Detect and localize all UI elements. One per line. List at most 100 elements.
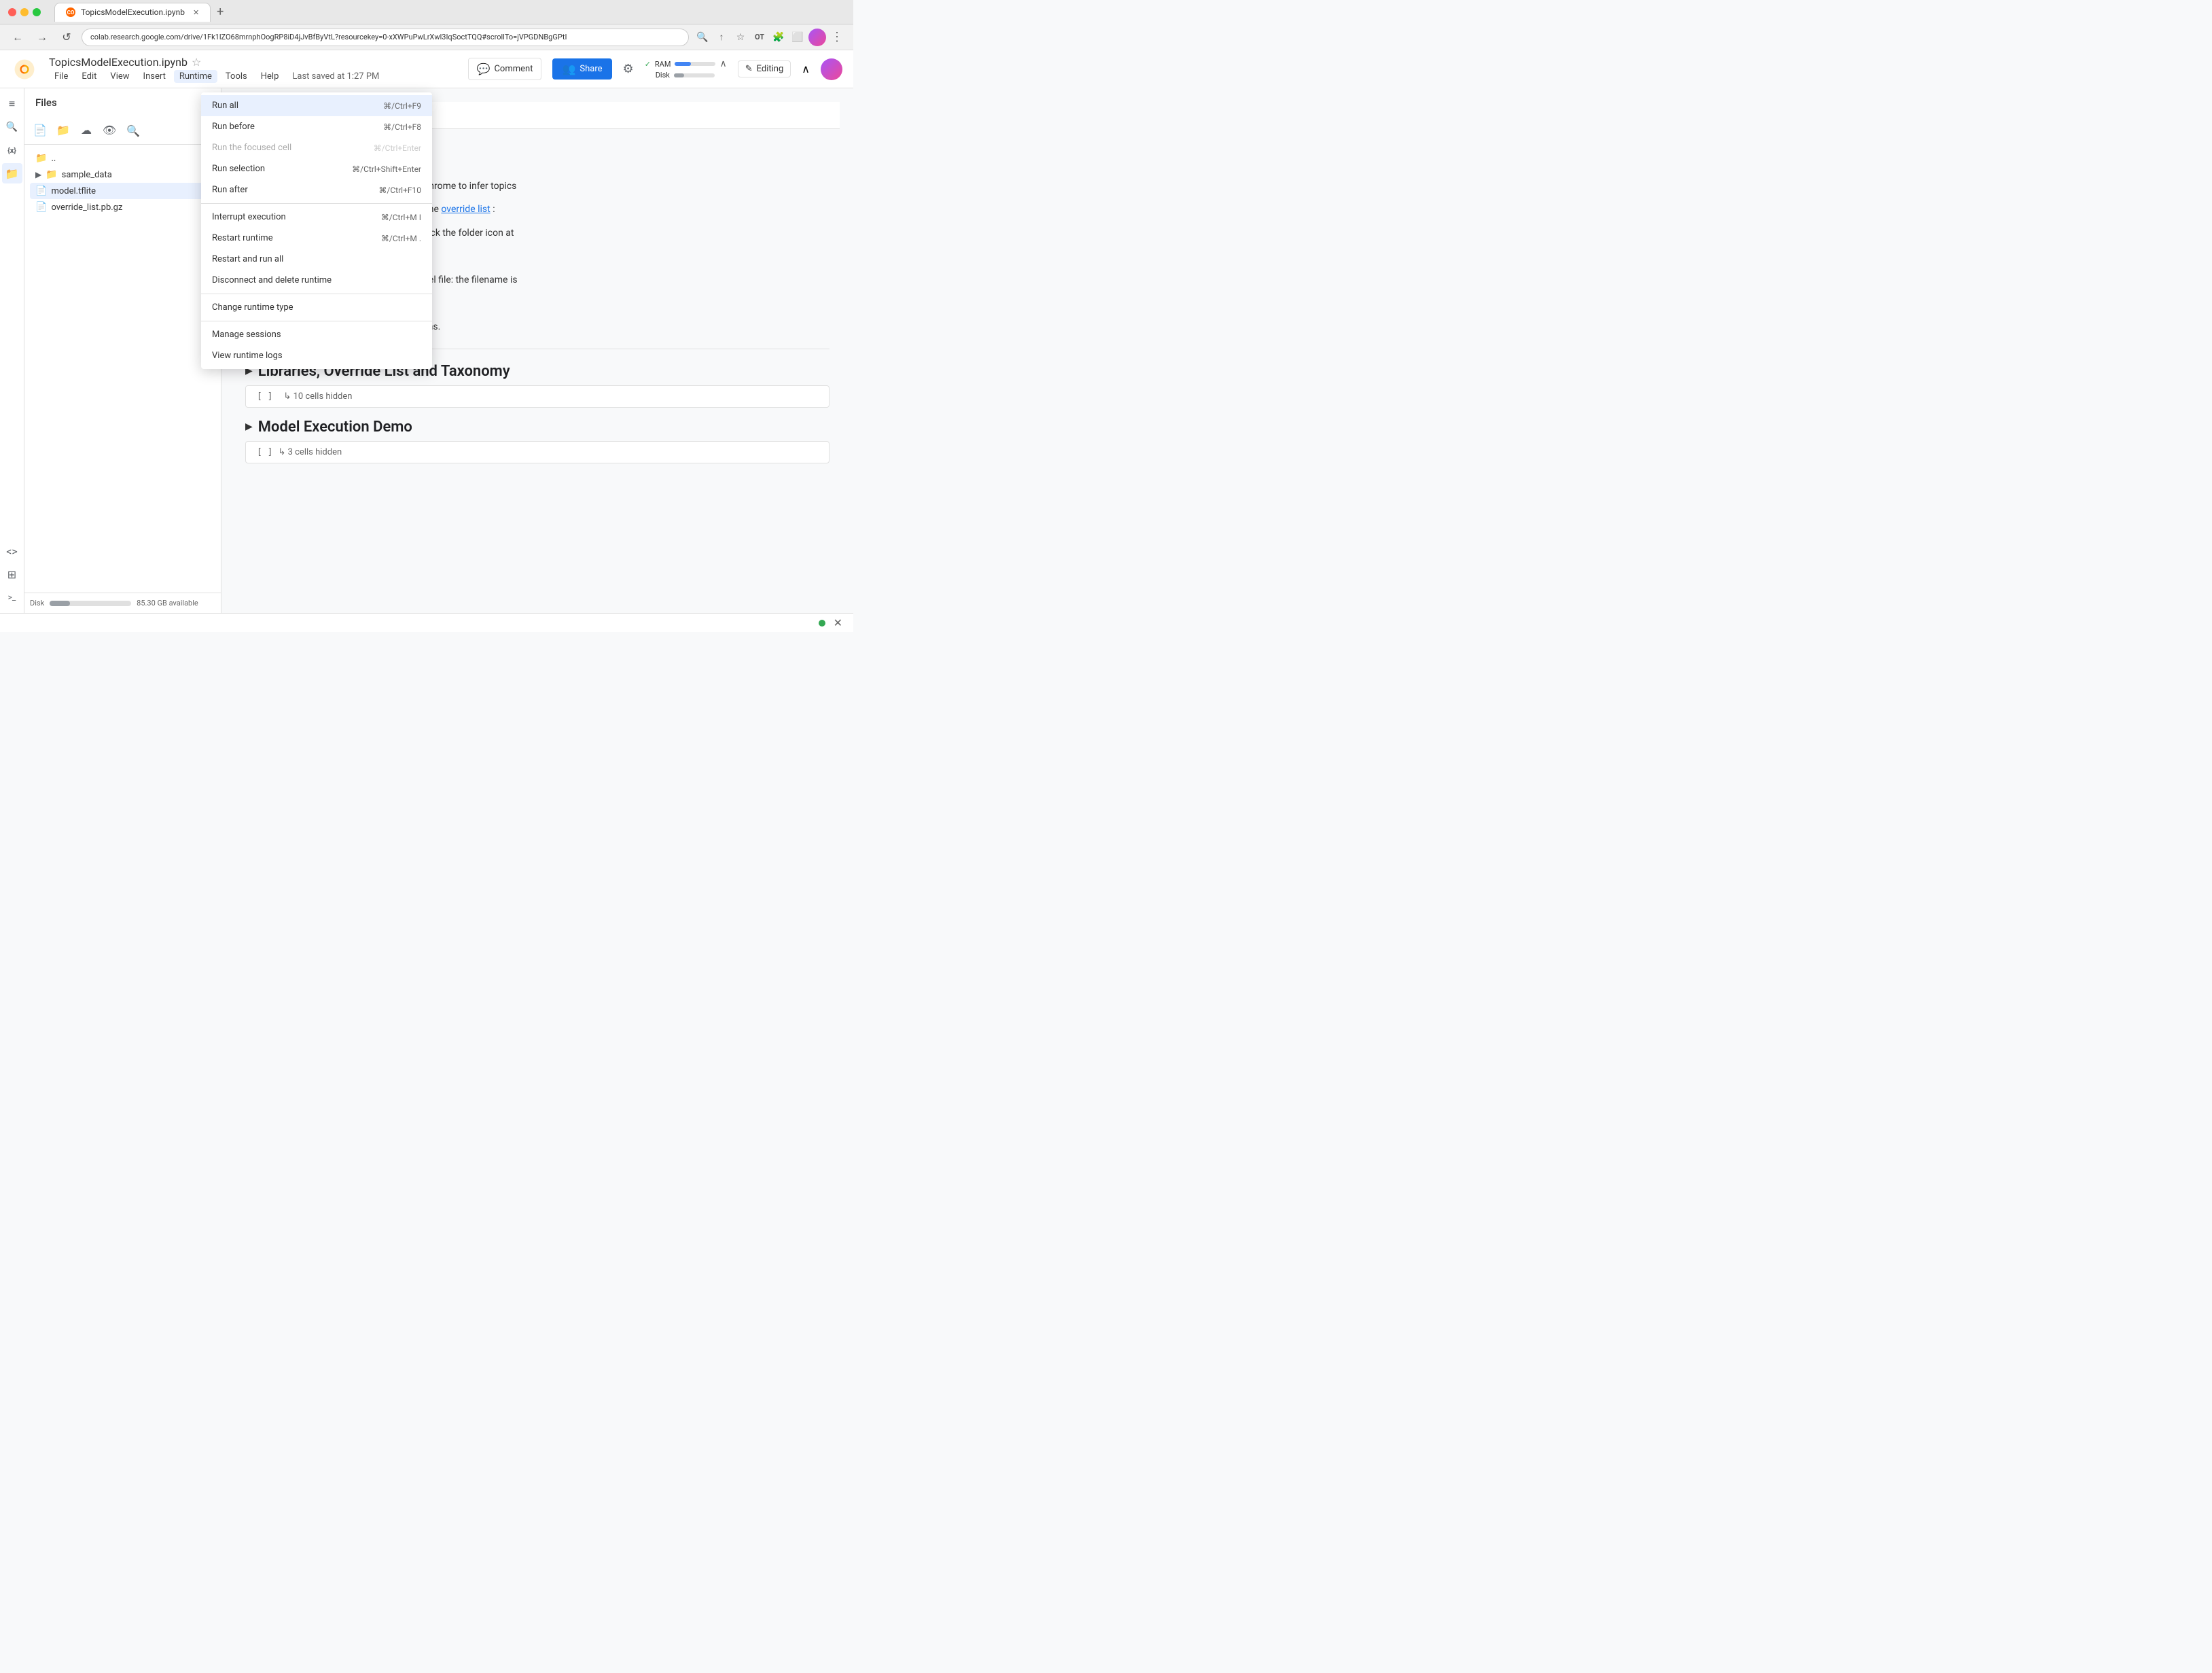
disk-label: Disk xyxy=(645,71,670,80)
menu-runtime[interactable]: Runtime xyxy=(174,70,217,83)
file-name: .. xyxy=(51,154,56,164)
menu-view-runtime-logs[interactable]: View runtime logs xyxy=(201,345,432,366)
model-section-toggle[interactable]: ▶ Model Execution Demo xyxy=(245,419,830,436)
sidebar-item-table[interactable]: ⊞ xyxy=(2,564,22,584)
sidebar-item-search[interactable]: 🔍 xyxy=(2,117,22,137)
close-button[interactable] xyxy=(8,8,16,16)
folder-icon: 📁 xyxy=(35,153,47,164)
status-close-button[interactable]: ✕ xyxy=(834,616,842,629)
traffic-lights xyxy=(8,8,41,16)
share-button[interactable]: 👥 Share xyxy=(552,58,611,80)
collapse-icon[interactable]: ∧ xyxy=(802,63,810,75)
toggle-arrow-model: ▶ xyxy=(245,421,253,432)
menu-tools[interactable]: Tools xyxy=(220,70,253,83)
bookmark-share-icon[interactable]: ↑ xyxy=(713,29,730,46)
menu-file[interactable]: File xyxy=(49,70,73,83)
list-item[interactable]: 📁 .. xyxy=(30,150,215,166)
sidebar-search-button[interactable]: 🔍 xyxy=(122,120,144,141)
user-avatar[interactable] xyxy=(808,29,826,46)
menu-run-selection[interactable]: Run selection ⌘/Ctrl+Shift+Enter xyxy=(201,158,432,179)
sidebar-item-variables[interactable]: {x} xyxy=(2,140,22,160)
ram-disk-area: ✓ RAM ∧ Disk xyxy=(645,58,727,80)
menu-item-label: Restart and run all xyxy=(212,254,283,264)
menu-manage-sessions[interactable]: Manage sessions xyxy=(201,324,432,345)
new-file-button[interactable]: 📄 xyxy=(30,120,50,140)
sidebar-item-files[interactable]: 📁 xyxy=(2,163,22,183)
reload-button[interactable]: ↺ xyxy=(57,28,76,47)
menu-insert[interactable]: Insert xyxy=(138,70,171,83)
menu-interrupt[interactable]: Interrupt execution ⌘/Ctrl+M I xyxy=(201,207,432,228)
menu-item-shortcut: ⌘/Ctrl+M . xyxy=(381,234,421,243)
menu-run-all[interactable]: Run all ⌘/Ctrl+F9 xyxy=(201,95,432,116)
colab-logo xyxy=(11,56,38,83)
ram-dropdown-icon[interactable]: ∧ xyxy=(719,58,726,69)
menu-item-shortcut: ⌘/Ctrl+F8 xyxy=(383,122,421,132)
model-execution-section: ▶ Model Execution Demo [ ] ↳ 3 cells hid… xyxy=(245,419,830,463)
comment-button[interactable]: 💬 Comment xyxy=(468,58,542,80)
libraries-cells-hidden: [ ] ↳ 10 cells hidden xyxy=(245,385,830,408)
sidebar-toolbar: 📄 📁 ☁ 👁 🔍 xyxy=(24,117,221,145)
menu-item-label: Run selection xyxy=(212,164,265,174)
menu-group-run: Run all ⌘/Ctrl+F9 Run before ⌘/Ctrl+F8 R… xyxy=(201,92,432,203)
disk-available: 85.30 GB available xyxy=(137,599,198,607)
tab-favicon: CO xyxy=(66,7,75,17)
files-sidebar: Files 📄 📁 ☁ 👁 🔍 📁 .. ▶ 📁 xyxy=(24,88,221,613)
last-saved-text: Last saved at 1:27 PM xyxy=(292,71,379,82)
minimize-button[interactable] xyxy=(20,8,29,16)
menu-change-runtime-type[interactable]: Change runtime type xyxy=(201,297,432,318)
libraries-section: ▶ Libraries, Override List and Taxonomy … xyxy=(245,363,830,408)
menu-run-focused: Run the focused cell ⌘/Ctrl+Enter xyxy=(201,137,432,158)
ram-label: RAM xyxy=(655,60,671,69)
file-icon: 📄 xyxy=(35,186,47,196)
model-section-title: Model Execution Demo xyxy=(258,419,412,436)
tab-close-button[interactable]: ✕ xyxy=(193,8,199,17)
forward-button[interactable]: → xyxy=(33,28,52,47)
editing-button[interactable]: ✎ Editing xyxy=(738,60,791,77)
sidebar-item-terminal[interactable]: >_ xyxy=(2,587,22,607)
profile-icon[interactable]: OT xyxy=(751,29,768,46)
menu-run-before[interactable]: Run before ⌘/Ctrl+F8 xyxy=(201,116,432,137)
disk-progress-bar xyxy=(674,73,715,77)
menu-view[interactable]: View xyxy=(105,70,135,83)
new-tab-button[interactable]: + xyxy=(211,3,230,22)
list-item[interactable]: 📄 override_list.pb.gz xyxy=(30,199,215,215)
star-icon[interactable]: ☆ xyxy=(192,56,201,69)
zoom-icon[interactable]: 🔍 xyxy=(694,29,711,46)
sidebar-footer: Disk 85.30 GB available xyxy=(24,593,221,613)
extension-icon[interactable]: 🧩 xyxy=(770,29,787,46)
back-button[interactable]: ← xyxy=(8,28,27,47)
sidebar-toggle-icon[interactable]: ⬜ xyxy=(789,29,806,46)
menu-help[interactable]: Help xyxy=(255,70,285,83)
comment-icon: 💬 xyxy=(477,63,490,75)
user-avatar-header[interactable] xyxy=(821,58,842,80)
bookmark-icon[interactable]: ☆ xyxy=(732,29,749,46)
maximize-button[interactable] xyxy=(33,8,41,16)
pencil-icon: ✎ xyxy=(745,64,753,74)
menu-disconnect[interactable]: Disconnect and delete runtime xyxy=(201,270,432,291)
menu-item-label: Run after xyxy=(212,185,248,195)
folder-icon: 📁 xyxy=(46,169,57,180)
address-bar[interactable]: colab.research.google.com/drive/1Fk1lZO6… xyxy=(82,29,689,46)
settings-icon[interactable]: ⚙ xyxy=(623,62,634,76)
menu-restart[interactable]: Restart runtime ⌘/Ctrl+M . xyxy=(201,228,432,249)
more-menu-icon[interactable]: ⋮ xyxy=(829,29,845,46)
menu-item-label: View runtime logs xyxy=(212,351,283,361)
list-item[interactable]: 📄 model.tflite xyxy=(30,183,215,199)
new-folder-button[interactable]: 📁 xyxy=(53,120,73,140)
menu-edit[interactable]: Edit xyxy=(76,70,102,83)
checkmark-icon: ✓ xyxy=(645,60,651,69)
active-tab[interactable]: CO TopicsModelExecution.ipynb ✕ xyxy=(54,3,211,22)
list-item[interactable]: ▶ 📁 sample_data xyxy=(30,166,215,183)
menu-item-shortcut: ⌘/Ctrl+Enter xyxy=(374,143,421,153)
sidebar-item-code[interactable]: <> xyxy=(2,541,22,561)
menu-group-type: Change runtime type xyxy=(201,294,432,321)
menu-item-shortcut: ⌘/Ctrl+F10 xyxy=(378,186,421,195)
upload-cloud-button[interactable]: ☁ xyxy=(76,120,96,140)
share-label: Share xyxy=(579,64,602,74)
menu-run-after[interactable]: Run after ⌘/Ctrl+F10 xyxy=(201,179,432,200)
sidebar-item-menu[interactable]: ≡ xyxy=(2,94,22,114)
refresh-button[interactable]: 👁 xyxy=(99,120,120,140)
override-list-link[interactable]: override list xyxy=(441,204,490,215)
menu-restart-run-all[interactable]: Restart and run all xyxy=(201,249,432,270)
header-right: 💬 Comment 👥 Share ⚙ ✓ RAM ∧ xyxy=(468,58,842,80)
